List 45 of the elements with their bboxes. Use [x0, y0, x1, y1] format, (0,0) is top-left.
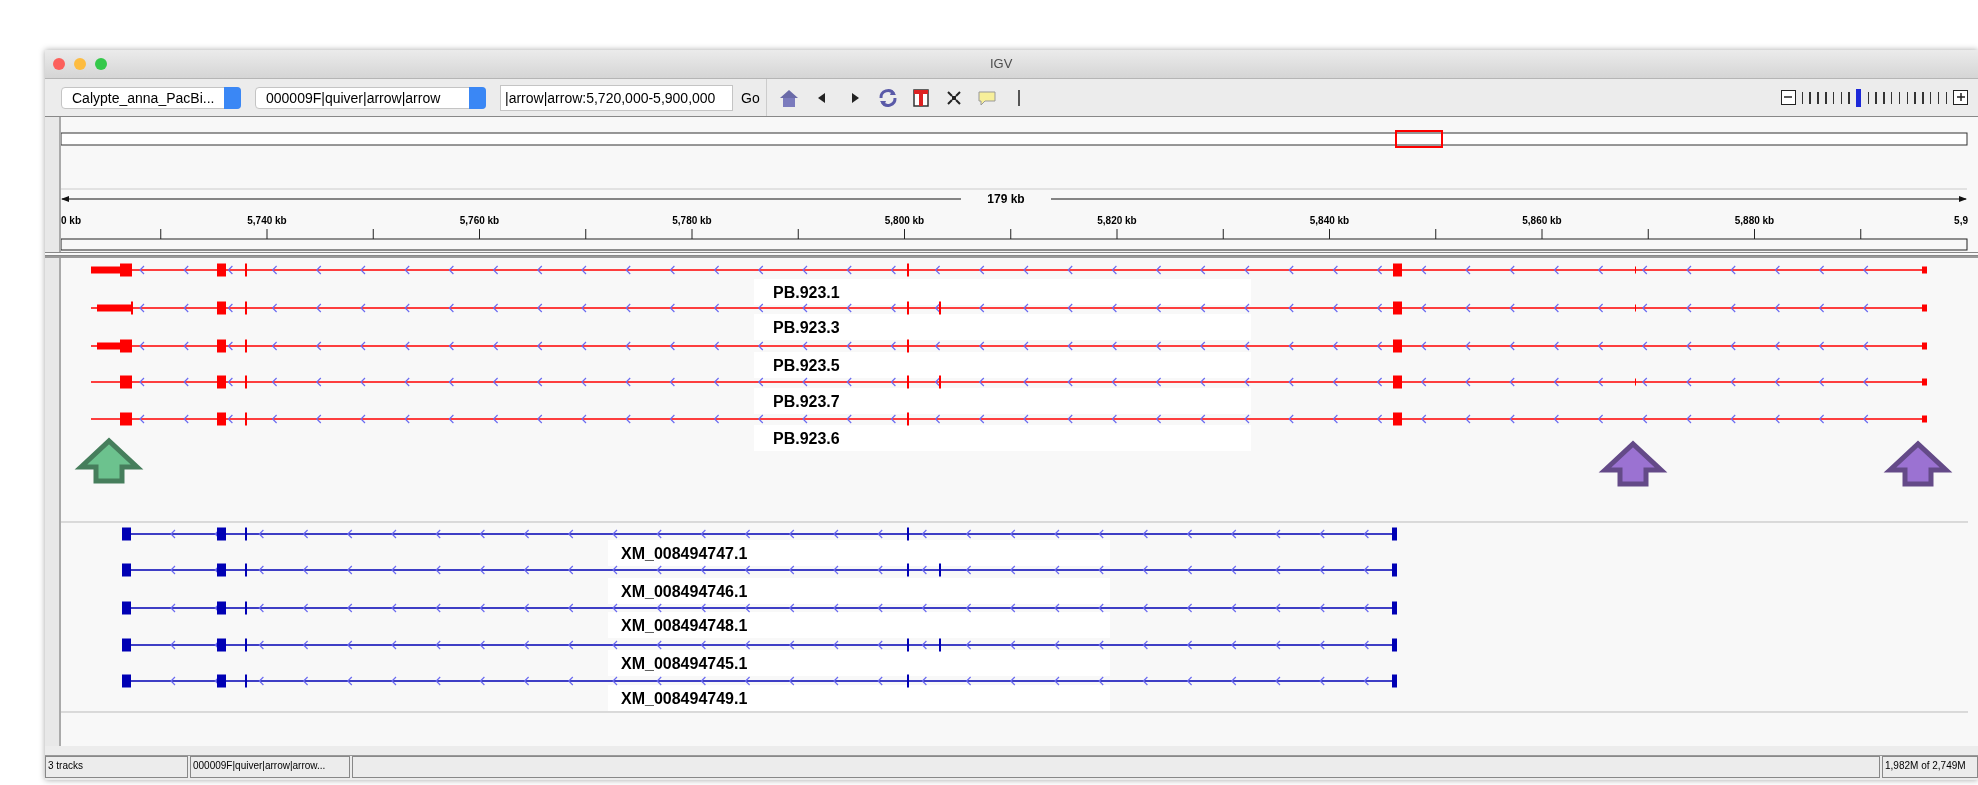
ruler-tick-label: 5,780 kb	[672, 215, 712, 226]
current-region-box[interactable]	[1395, 130, 1443, 148]
genome-dropdown[interactable]: Calypte_anna_PacBi...	[61, 86, 241, 109]
zoom-out-button[interactable]	[1780, 90, 1796, 105]
transcript-feature[interactable]	[90, 339, 1927, 353]
plus-icon	[1954, 91, 1967, 103]
feature-label: PB.923.6	[773, 430, 840, 447]
feature-label: XM_008494747.1	[621, 545, 748, 562]
transcript-feature[interactable]	[90, 263, 1927, 277]
feature-label: PB.923.1	[773, 284, 840, 301]
transcript-feature[interactable]	[90, 301, 1927, 315]
transcript-feature[interactable]	[121, 638, 1397, 652]
feature-label: XM_008494745.1	[621, 655, 748, 672]
ruler-tick-label: 5,800 kb	[884, 215, 925, 226]
ruler-tick-label: 0 kb	[61, 215, 81, 226]
status-text: 1,982M of 2,749M	[1882, 756, 1978, 778]
transcript-feature[interactable]	[121, 527, 1397, 541]
transcript-feature[interactable]	[121, 601, 1397, 615]
status-text: 3 tracks	[45, 756, 188, 778]
locus-field[interactable]: |arrow|arrow:5,720,000-5,900,000	[500, 84, 733, 111]
ruler-tick-label: 5,840 kb	[1309, 215, 1350, 226]
window-title: IGV	[990, 56, 1013, 71]
zoom-in-button[interactable]	[1953, 90, 1968, 105]
status-text: 000009F|quiver|arrow|arrow...	[190, 756, 350, 778]
feature-label: XM_008494746.1	[621, 583, 748, 600]
feature-label: PB.923.5	[773, 357, 840, 374]
ruler-tick-label: 5,9	[1954, 215, 1968, 226]
ruler-tick-label: 5,880 kb	[1734, 215, 1775, 226]
feature-label: PB.923.7	[773, 393, 840, 410]
feature-label: XM_008494749.1	[621, 690, 748, 707]
feature-label: XM_008494748.1	[621, 617, 748, 634]
slider-thumb[interactable]	[1856, 88, 1862, 107]
span-label: 179 kb	[987, 192, 1025, 206]
chromosome-dropdown[interactable]: 000009F|quiver|arrow|arrow	[255, 86, 486, 109]
transcript-feature[interactable]	[121, 674, 1397, 688]
ruler-tick-label: 5,860 kb	[1522, 215, 1562, 226]
go-button[interactable]: Go	[735, 79, 767, 116]
transcript-feature[interactable]	[121, 563, 1397, 577]
feature-label: PB.923.3	[773, 319, 840, 336]
ruler-tick-label: 5,760 kb	[459, 215, 500, 226]
zoom-slider[interactable]	[1801, 88, 1947, 107]
ruler-tick-label: 5,740 kb	[247, 215, 287, 226]
transcript-feature[interactable]	[90, 412, 1927, 426]
ruler-tick-label: 5,820 kb	[1097, 215, 1137, 226]
transcript-feature[interactable]	[90, 375, 1927, 389]
